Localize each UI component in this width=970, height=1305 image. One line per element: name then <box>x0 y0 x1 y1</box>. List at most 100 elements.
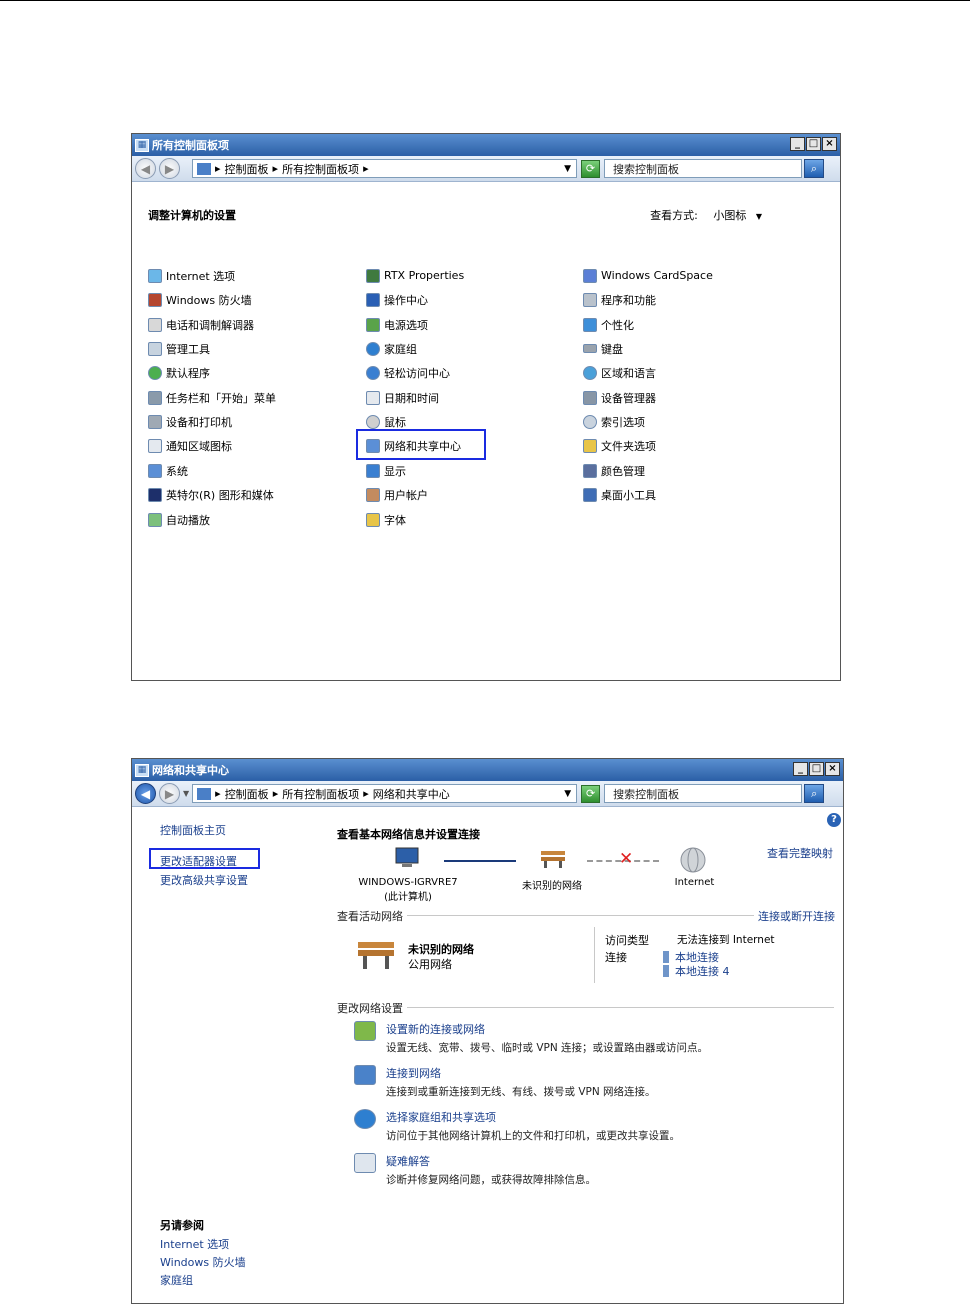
cp-item-cardspace[interactable]: Windows CardSpace <box>583 267 713 284</box>
forward-button[interactable]: ▶ <box>159 783 180 804</box>
error-x-icon: ✕ <box>619 849 634 869</box>
address-bar[interactable]: ▸ 控制面板 ▸ 所有控制面板项 ▸ 网络和共享中心 ▼ <box>192 784 578 803</box>
cp-item-personalization[interactable]: 个性化 <box>583 316 634 333</box>
cp-item-rtx-properties[interactable]: RTX Properties <box>366 267 464 284</box>
search-icon[interactable]: ⌕ <box>804 159 824 178</box>
cp-item-intel-graphics[interactable]: 英特尔(R) 图形和媒体 <box>148 486 274 503</box>
cp-item-notification-icons[interactable]: 通知区域图标 <box>148 437 232 454</box>
back-button[interactable]: ◀ <box>135 158 156 179</box>
breadcrumb-network-center[interactable]: 网络和共享中心 <box>373 786 450 802</box>
cp-item-user-accounts[interactable]: 用户帐户 <box>366 486 428 503</box>
connect-disconnect-link[interactable]: 连接或断开连接 <box>754 908 835 924</box>
breadcrumb-control-panel[interactable]: 控制面板 <box>225 161 269 177</box>
cp-item-desktop-gadgets[interactable]: 桌面小工具 <box>583 486 656 503</box>
title-bar[interactable]: ▦ 所有控制面板项 _ □ × <box>132 134 840 156</box>
task-homegroup-sharing[interactable]: 选择家庭组和共享选项 访问位于其他网络计算机上的文件和打印机，或更改共享设置。 <box>354 1109 680 1143</box>
taskbar-icon <box>148 390 162 405</box>
navigation-bar: ◀ ▶ ▼ ▸ 控制面板 ▸ 所有控制面板项 ▸ 网络和共享中心 ▼ ⟳ 搜索控… <box>132 781 843 807</box>
page-top-rule <box>0 0 970 1</box>
cp-item-indexing[interactable]: 索引选项 <box>583 413 645 430</box>
divider <box>594 927 595 983</box>
chevron-down-icon[interactable]: ▸ <box>363 162 369 175</box>
close-button[interactable]: × <box>822 137 837 151</box>
view-mode-value[interactable]: 小图标 <box>713 209 746 222</box>
history-dropdown-icon[interactable]: ▼ <box>183 789 189 798</box>
refresh-button[interactable]: ⟳ <box>581 159 600 178</box>
search-icon[interactable]: ⌕ <box>804 784 825 803</box>
window-title: 所有控制面板项 <box>152 139 229 152</box>
cp-item-device-manager[interactable]: 设备管理器 <box>583 389 656 406</box>
refresh-button[interactable]: ⟳ <box>581 784 601 803</box>
computer-sub: (此计算机) <box>384 892 432 903</box>
address-bar[interactable]: ▸ 控制面板 ▸ 所有控制面板项 ▸ ▼ <box>192 159 577 178</box>
keyboard-icon <box>583 344 597 353</box>
cp-item-firewall[interactable]: Windows 防火墙 <box>148 291 252 308</box>
sidebar-home-link[interactable]: 控制面板主页 <box>160 822 226 838</box>
cp-item-phone-modem[interactable]: 电话和调制解调器 <box>148 316 254 333</box>
address-dropdown-icon[interactable]: ▼ <box>564 789 571 799</box>
active-network-type[interactable]: 公用网络 <box>408 956 452 972</box>
cp-item-internet-options[interactable]: Internet 选项 <box>148 267 235 284</box>
globe-icon <box>679 847 707 876</box>
chevron-down-icon[interactable]: ▼ <box>756 212 762 221</box>
gadgets-icon <box>583 487 597 502</box>
breadcrumb-control-panel[interactable]: 控制面板 <box>225 786 269 802</box>
close-button[interactable]: × <box>825 762 840 776</box>
admin-tools-icon <box>148 341 162 356</box>
cp-item-admin-tools[interactable]: 管理工具 <box>148 340 210 357</box>
title-bar[interactable]: ▦ 网络和共享中心 _ □ × <box>132 759 843 781</box>
cp-item-system[interactable]: 系统 <box>148 462 188 479</box>
cp-item-region-language[interactable]: 区域和语言 <box>583 364 656 381</box>
rtx-icon <box>366 268 380 283</box>
cp-item-color-management[interactable]: 颜色管理 <box>583 462 645 479</box>
search-input[interactable]: 搜索控制面板 <box>604 784 803 803</box>
power-icon <box>366 317 380 332</box>
folder-icon <box>583 438 597 453</box>
change-settings-title: 更改网络设置 <box>337 1000 407 1016</box>
breadcrumb-all-items[interactable]: 所有控制面板项 <box>282 786 359 802</box>
task-troubleshoot[interactable]: 疑难解答 诊断并修复网络问题，或获得故障排除信息。 <box>354 1153 596 1187</box>
view-mode-selector[interactable]: 查看方式: 小图标 ▼ <box>650 207 762 223</box>
maximize-button[interactable]: □ <box>809 762 824 776</box>
user-accounts-icon <box>366 487 380 502</box>
cp-item-date-time[interactable]: 日期和时间 <box>366 389 439 406</box>
window-title: 网络和共享中心 <box>152 764 229 777</box>
view-full-map-link[interactable]: 查看完整映射 <box>767 845 833 861</box>
see-also-internet-options[interactable]: Internet 选项 <box>160 1236 229 1252</box>
homegroup-icon <box>354 1109 376 1129</box>
minimize-button[interactable]: _ <box>793 762 808 776</box>
access-type-value: 无法连接到 Internet <box>677 934 775 946</box>
address-dropdown-icon[interactable]: ▼ <box>564 164 571 174</box>
see-also-firewall[interactable]: Windows 防火墙 <box>160 1254 246 1270</box>
cp-item-autoplay[interactable]: 自动播放 <box>148 511 210 528</box>
forward-button[interactable]: ▶ <box>159 158 180 179</box>
cp-item-homegroup[interactable]: 家庭组 <box>366 340 417 357</box>
cp-item-programs-features[interactable]: 程序和功能 <box>583 291 656 308</box>
cp-item-mouse[interactable]: 鼠标 <box>366 413 406 430</box>
help-icon[interactable]: ? <box>827 813 841 827</box>
unidentified-network-label: 未识别的网络 <box>522 881 582 892</box>
cp-item-keyboard[interactable]: 键盘 <box>583 340 623 357</box>
cp-item-action-center[interactable]: 操作中心 <box>366 291 428 308</box>
cp-item-power-options[interactable]: 电源选项 <box>366 316 428 333</box>
advanced-sharing-link[interactable]: 更改高级共享设置 <box>160 872 248 888</box>
cp-item-display[interactable]: 显示 <box>366 462 406 479</box>
device-manager-icon <box>583 390 597 405</box>
page-title: 查看基本网络信息并设置连接 <box>337 828 480 841</box>
cp-item-default-programs[interactable]: 默认程序 <box>148 364 210 381</box>
computer-icon <box>395 847 419 867</box>
task-connect-network[interactable]: 连接到网络 连接到或重新连接到无线、有线、拨号或 VPN 网络连接。 <box>354 1065 656 1099</box>
cp-item-devices-printers[interactable]: 设备和打印机 <box>148 413 232 430</box>
maximize-button[interactable]: □ <box>806 137 821 151</box>
cp-item-folder-options[interactable]: 文件夹选项 <box>583 437 656 454</box>
search-input[interactable]: 搜索控制面板 <box>604 159 802 178</box>
minimize-button[interactable]: _ <box>790 137 805 151</box>
see-also-homegroup[interactable]: 家庭组 <box>160 1272 193 1288</box>
breadcrumb-all-items[interactable]: 所有控制面板项 <box>282 161 359 177</box>
connection-link-2[interactable]: 本地连接 4 <box>663 963 730 979</box>
cp-item-ease-of-access[interactable]: 轻松访问中心 <box>366 364 450 381</box>
cp-item-taskbar[interactable]: 任务栏和「开始」菜单 <box>148 389 276 406</box>
cp-item-fonts[interactable]: 字体 <box>366 511 406 528</box>
back-button[interactable]: ◀ <box>135 783 156 804</box>
task-new-connection[interactable]: 设置新的连接或网络 设置无线、宽带、拨号、临时或 VPN 连接；或设置路由器或访问… <box>354 1021 708 1055</box>
